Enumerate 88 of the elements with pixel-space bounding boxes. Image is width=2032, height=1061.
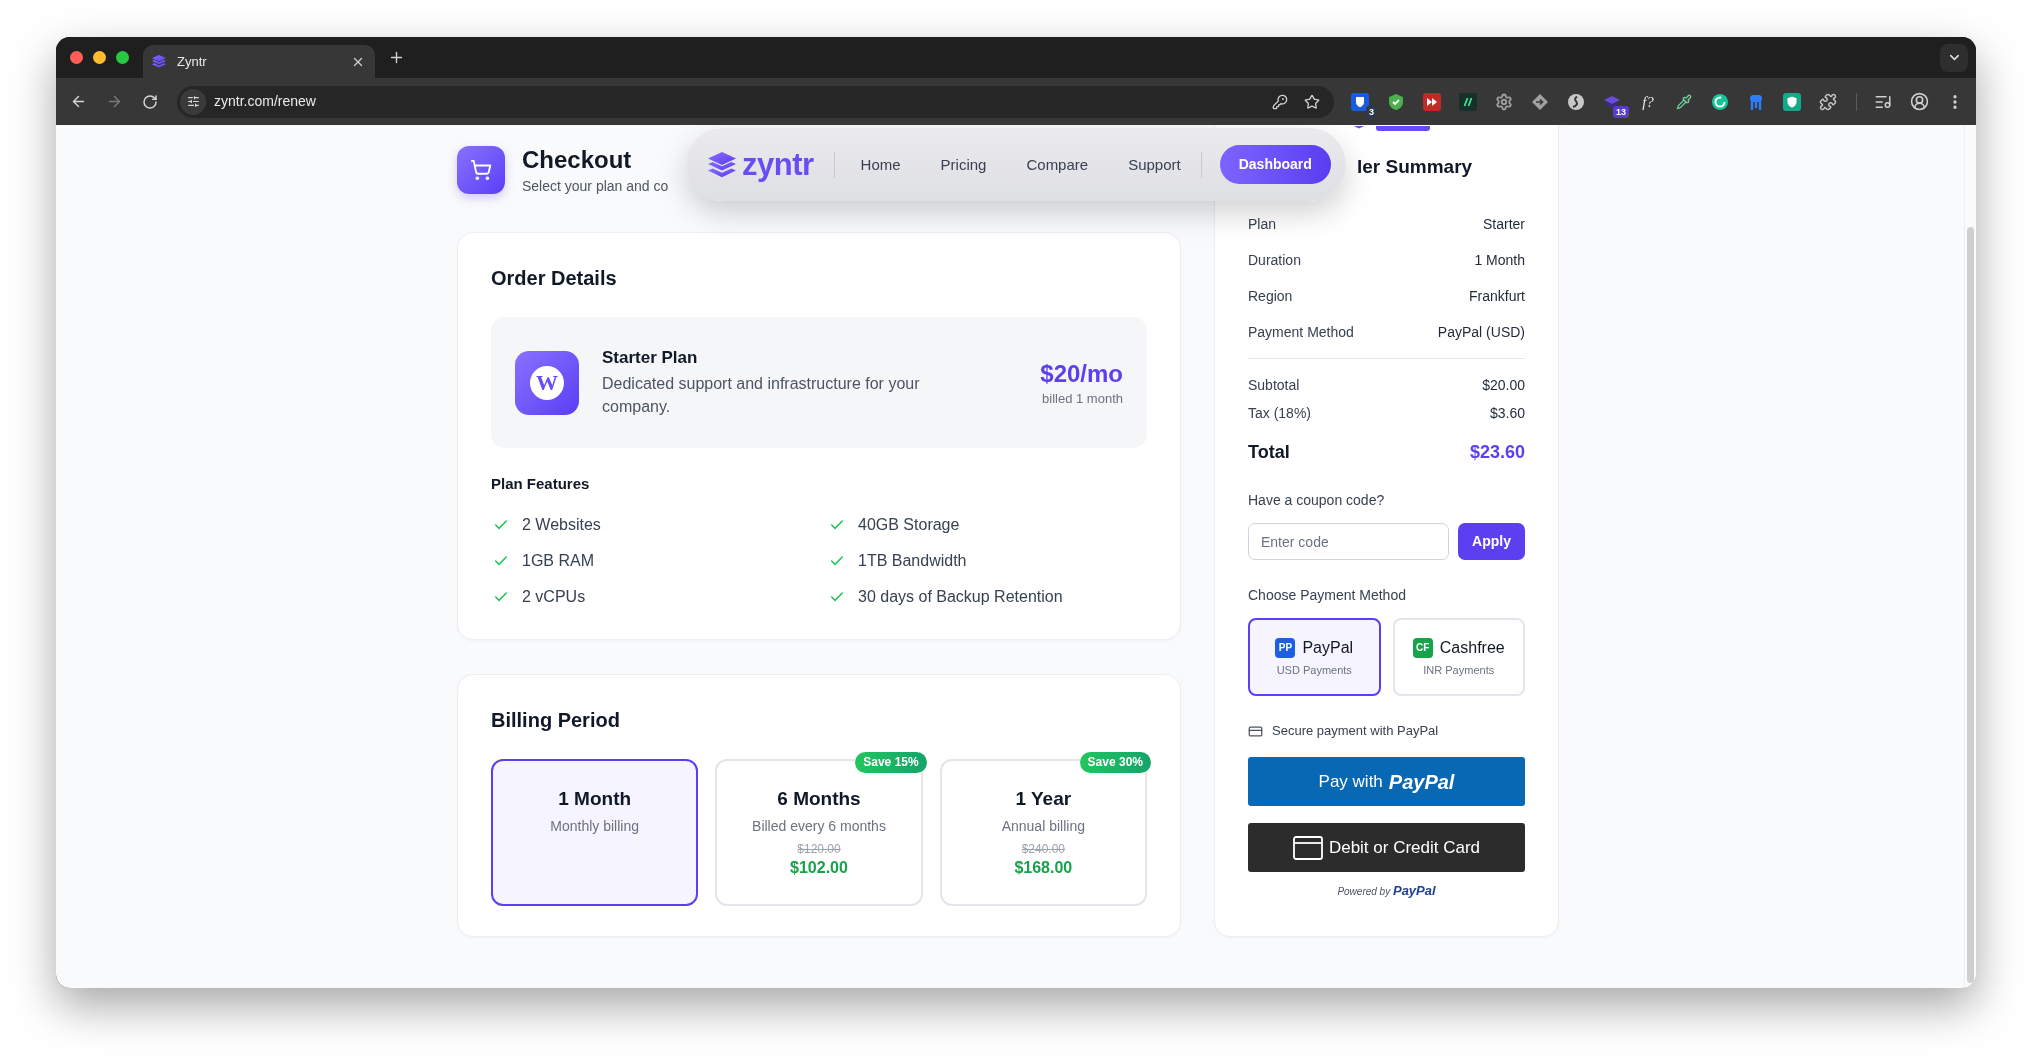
summary-label: Subtotal: [1248, 376, 1300, 395]
tab-menu-button[interactable]: [1940, 43, 1968, 72]
summary-label: Tax (18%): [1248, 404, 1312, 423]
plan-logo: W: [515, 350, 579, 415]
extension-badge: 13: [1613, 105, 1629, 118]
paypal-button[interactable]: Pay with PayPal: [1248, 757, 1525, 806]
order-summary-title: ler Summary: [1357, 155, 1473, 179]
section-title: Billing Period: [491, 708, 621, 733]
coupon-label: Have a coupon code?: [1248, 491, 1386, 510]
payment-method-option[interactable]: PP PayPal USD Payments: [1248, 618, 1381, 696]
plan-name: Starter Plan: [602, 347, 699, 369]
summary-label: Duration: [1248, 251, 1301, 270]
diamond-arrow-icon[interactable]: [1531, 92, 1549, 111]
summary-label: Plan: [1248, 215, 1277, 234]
secure-note: Secure payment with PayPal: [1272, 722, 1439, 740]
tab-logo-icon: [151, 54, 167, 69]
nav-link[interactable]: Home: [860, 154, 901, 175]
scrollbar[interactable]: [1967, 227, 1974, 983]
summary-value: PayPal (USD): [1437, 323, 1525, 342]
billing-option[interactable]: 1 Month Monthly billing: [491, 759, 699, 906]
zoom-window-icon[interactable]: [116, 51, 129, 64]
save-badge: Save 30%: [1079, 752, 1151, 773]
bookmark-star-icon[interactable]: [1304, 93, 1320, 110]
method-note: INR Payments: [1423, 662, 1495, 677]
figure-icon[interactable]: [1747, 92, 1765, 111]
total-label: Total: [1248, 441, 1290, 464]
feature-text: 1TB Bandwidth: [858, 551, 967, 571]
summary-value: $20.00: [1482, 376, 1525, 395]
brand-logo-icon: [706, 150, 738, 179]
extension-glyph[interactable]: f?: [1642, 92, 1654, 111]
feature-text: 1GB RAM: [522, 551, 594, 571]
shield-check-icon[interactable]: [1387, 92, 1405, 111]
summary-label: Payment Method: [1248, 323, 1354, 342]
features-title: Plan Features: [491, 474, 591, 494]
method-note: USD Payments: [1276, 662, 1352, 677]
summary-value: Frankfurt: [1469, 287, 1525, 306]
method-name: Cashfree: [1439, 637, 1505, 658]
card-icon: [1292, 835, 1323, 860]
method-name: PayPal: [1302, 637, 1354, 658]
swirl-icon[interactable]: [1567, 92, 1585, 111]
summary-value: $3.60: [1489, 404, 1525, 423]
billing-note: billed 1 month: [1042, 389, 1123, 407]
plan-price: $20/mo: [1040, 358, 1123, 389]
total-value: $23.60: [1469, 441, 1525, 464]
checkout-title: Checkout: [522, 145, 633, 174]
close-window-icon[interactable]: [70, 51, 83, 64]
fast-forward-icon[interactable]: [1423, 92, 1441, 111]
feature-text: 30 days of Backup Retention: [858, 587, 1063, 607]
minimize-window-icon[interactable]: [93, 51, 106, 64]
powered-by-text: Powered by PayPal: [1337, 883, 1436, 900]
profile-icon[interactable]: [1909, 92, 1929, 111]
payment-method-label: Choose Payment Method: [1248, 586, 1407, 605]
new-tab-icon[interactable]: [388, 49, 405, 66]
apply-button[interactable]: Apply: [1458, 523, 1525, 560]
feature-text: 2 vCPUs: [522, 587, 586, 607]
section-title: Order Details: [491, 266, 618, 291]
slashes-icon[interactable]: [1459, 92, 1477, 111]
feature-text: 2 Websites: [522, 515, 601, 535]
brand-name[interactable]: zyntr: [742, 146, 814, 183]
summary-label: Region: [1248, 287, 1293, 306]
checkout-subtitle: Select your plan and co: [522, 176, 669, 195]
nav-link[interactable]: Pricing: [940, 154, 987, 175]
shield-tile-icon[interactable]: [1783, 92, 1801, 111]
address-bar[interactable]: zyntr.com/renew: [177, 85, 1334, 118]
gear-icon[interactable]: [1495, 92, 1513, 111]
nav-link[interactable]: Compare: [1026, 154, 1089, 175]
nav-link[interactable]: Support: [1128, 154, 1181, 175]
dashboard-button[interactable]: Dashboard: [1219, 145, 1331, 184]
shield-tile-icon[interactable]: [1351, 92, 1369, 111]
summary-value: 1 Month: [1474, 251, 1525, 270]
reload-icon[interactable]: [142, 93, 158, 110]
card-payment-button[interactable]: Debit or Credit Card: [1248, 823, 1525, 872]
feature-text: 40GB Storage: [858, 515, 960, 535]
ring-icon[interactable]: [1711, 92, 1729, 111]
save-badge: Save 15%: [855, 752, 927, 773]
cart-icon: [457, 146, 505, 194]
plan-description: Dedicated support and infrastructure for your company.: [602, 374, 921, 417]
method-badge: CF: [1412, 637, 1433, 658]
coupon-input[interactable]: Enter code: [1248, 523, 1449, 560]
dropper-icon[interactable]: [1676, 93, 1692, 110]
key-icon[interactable]: [1272, 93, 1288, 110]
payment-method-option[interactable]: CF Cashfree INR Payments: [1392, 618, 1525, 696]
site-info-icon[interactable]: [180, 88, 206, 115]
method-badge: PP: [1275, 637, 1296, 658]
summary-value: Starter: [1483, 215, 1525, 234]
puzzle-icon[interactable]: [1819, 92, 1837, 111]
browser-tab[interactable]: Zyntr: [143, 45, 375, 78]
card-icon: [1248, 723, 1263, 739]
